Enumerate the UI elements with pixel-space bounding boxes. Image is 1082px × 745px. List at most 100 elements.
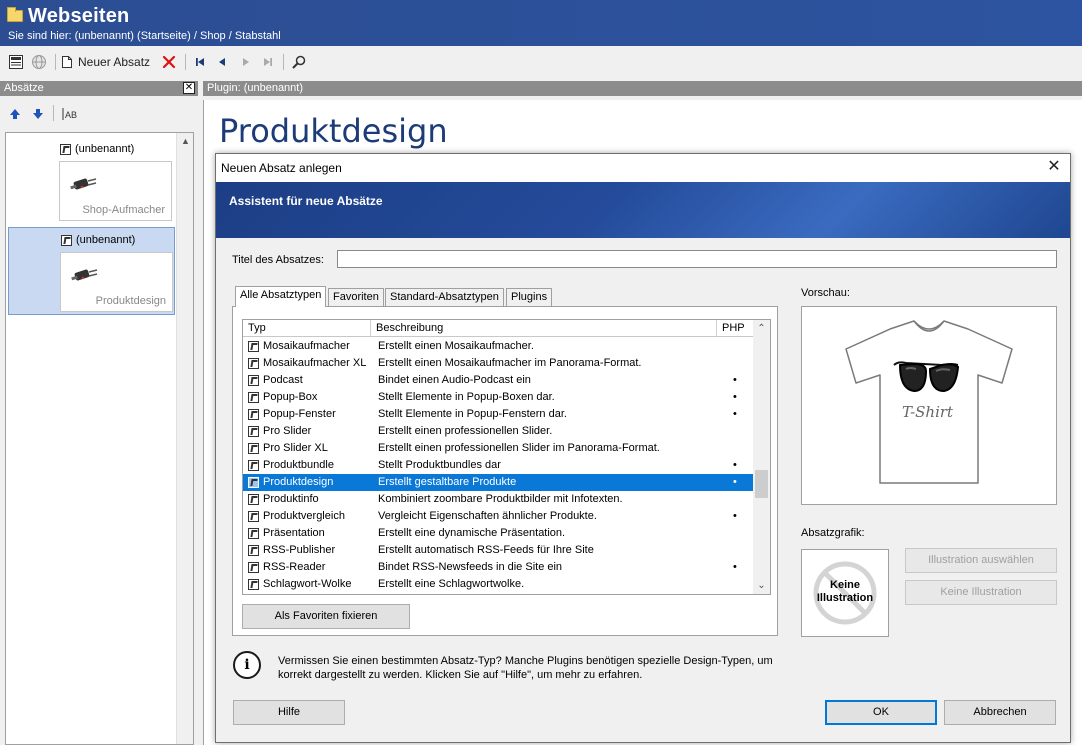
list-scrollbar[interactable]: ⌃ ⌄ <box>753 320 770 594</box>
list-item-type: Mosaikaufmacher XL <box>248 355 366 372</box>
no-illustration-button-label: Keine Illustration <box>940 586 1022 598</box>
list-item-php: • <box>733 374 737 386</box>
list-item-type-label: Podcast <box>263 374 303 386</box>
list-item[interactable]: Popup-Fenster Stellt Elemente in Popup-Fe… <box>243 406 754 423</box>
paragraph-type-icon <box>248 511 259 522</box>
list-item[interactable]: Mosaikaufmacher Erstellt einen Mosaikaufm… <box>243 338 754 355</box>
paragraph-type-icon <box>248 341 259 352</box>
delete-icon[interactable] <box>160 52 178 72</box>
info-text: Vermissen Sie einen bestimmten Absatz-Ty… <box>278 654 838 682</box>
paragraph-type-icon <box>248 545 259 556</box>
tab-standard-types[interactable]: Standard-Absatztypen <box>385 288 504 306</box>
list-item-type: Podcast <box>248 372 303 389</box>
list-item-type-label: Präsentation <box>263 527 325 539</box>
page-view-icon[interactable] <box>6 52 26 72</box>
move-down-icon[interactable] <box>30 104 46 124</box>
plugin-icon <box>71 269 98 281</box>
list-item-type: Popup-Box <box>248 389 317 406</box>
column-header-php[interactable]: PHP <box>717 320 754 337</box>
paragraph-type-icon <box>248 358 259 369</box>
paragraph-type-list[interactable]: Typ Beschreibung PHP Mosaikaufmacher Erst… <box>242 319 771 595</box>
list-item-description: Erstellt einen Mosaikaufmacher. <box>378 340 534 352</box>
last-record-icon[interactable] <box>260 52 276 72</box>
list-item-type-label: RSS-Publisher <box>263 544 336 556</box>
next-record-icon[interactable] <box>238 52 254 72</box>
list-item[interactable]: Produktinfo Kombiniert zoombare Produktbi… <box>243 491 754 508</box>
info-text-line-1: Vermissen Sie einen bestimmten Absatz-Ty… <box>278 655 773 667</box>
list-item-description: Erstellt automatisch RSS-Feeds für Ihre … <box>378 544 594 556</box>
rename-icon[interactable]: AB <box>60 104 80 124</box>
list-item[interactable]: Pro Slider Erstellt einen professionellen… <box>243 423 754 440</box>
select-illustration-button[interactable]: Illustration auswählen <box>905 548 1057 573</box>
paragraph-thumbnail: Produktdesign <box>60 252 173 312</box>
list-item[interactable]: Präsentation Erstellt eine dynamische Prä… <box>243 525 754 542</box>
list-item-type-label: RSS-Reader <box>263 561 326 573</box>
list-item-description: Erstellt eine Schlagwortwolke. <box>378 578 525 590</box>
column-header-type[interactable]: Typ <box>243 320 371 337</box>
no-illustration-button[interactable]: Keine Illustration <box>905 580 1057 605</box>
list-item-php: • <box>733 510 737 522</box>
select-illustration-button-label: Illustration auswählen <box>928 554 1034 566</box>
tab-plugins[interactable]: Plugins <box>506 288 553 306</box>
toolbar-separator <box>55 54 56 70</box>
previous-record-icon[interactable] <box>214 52 230 72</box>
paragraph-icon <box>60 143 71 155</box>
scroll-up-icon[interactable]: ▲ <box>177 133 194 150</box>
list-item-type-label: Produktvergleich <box>263 510 345 522</box>
paragraph-item[interactable]: (unbenannt) Shop-Aufmacher <box>8 137 175 225</box>
right-panel-title: Plugin: (unbenannt) <box>207 82 304 94</box>
move-up-icon[interactable] <box>7 104 23 124</box>
dialog-title: Neuen Absatz anlegen <box>216 154 1070 182</box>
no-illustration-line-1: Keine <box>830 579 860 591</box>
scroll-up-icon[interactable]: ⌃ <box>753 320 770 337</box>
tab-favorites[interactable]: Favoriten <box>328 288 384 306</box>
folder-icon <box>7 7 23 22</box>
list-item-php: • <box>733 476 737 488</box>
close-icon[interactable]: ✕ <box>1046 159 1062 175</box>
right-panel-header: Plugin: (unbenannt) <box>203 81 1082 96</box>
thumbnail-caption: Shop-Aufmacher <box>82 204 165 216</box>
paragraph-type-icon <box>248 460 259 471</box>
list-item-type-label: Pro Slider XL <box>263 442 328 454</box>
help-button-label: Hilfe <box>277 706 300 718</box>
tab-all-types[interactable]: Alle Absatztypen <box>235 286 327 307</box>
list-item-type: Produktvergleich <box>248 508 345 525</box>
search-icon[interactable] <box>289 52 309 72</box>
paragraph-list-scrollbar[interactable]: ▲ <box>176 133 193 744</box>
title-field[interactable] <box>337 250 1057 268</box>
paragraph-list: (unbenannt) Shop-Aufmacher (unbenannt) P… <box>5 132 194 745</box>
list-item[interactable]: Popup-Box Stellt Elemente in Popup-Boxen … <box>243 389 754 406</box>
list-item[interactable]: Mosaikaufmacher XL Erstellt einen Mosaika… <box>243 355 754 372</box>
scroll-down-icon[interactable]: ⌄ <box>753 577 770 594</box>
list-item[interactable]: Produktvergleich Vergleicht Eigenschaften… <box>243 508 754 525</box>
globe-icon[interactable] <box>29 52 49 72</box>
list-item-php: • <box>733 561 737 573</box>
paragraph-type-icon <box>248 528 259 539</box>
paragraph-item-selected[interactable]: (unbenannt) Produktdesign <box>8 227 175 315</box>
list-item-selected[interactable]: Produktdesign Erstellt gestaltbare Produk… <box>243 474 754 491</box>
list-item-type: RSS-Reader <box>248 559 325 576</box>
list-item[interactable]: Schlagwort-Wolke Erstellt eine Schlagwort… <box>243 576 754 593</box>
column-header-description[interactable]: Beschreibung <box>371 320 717 337</box>
close-panel-button[interactable]: ✕ <box>183 82 195 94</box>
list-item[interactable]: Podcast Bindet einen Audio-Podcast ein • <box>243 372 754 389</box>
first-record-icon[interactable] <box>192 52 208 72</box>
toolbar-separator <box>283 54 284 70</box>
paragraph-type-icon <box>248 426 259 437</box>
add-favorite-button[interactable]: Als Favoriten fixieren <box>242 604 410 629</box>
preview-caption: T-Shirt <box>902 403 954 421</box>
plugin-icon <box>70 178 97 190</box>
paragraph-icon <box>61 234 72 246</box>
list-item-description: Stellt Elemente in Popup-Boxen dar. <box>378 391 555 403</box>
ok-button[interactable]: OK <box>825 700 937 725</box>
list-item[interactable]: Pro Slider XL Erstellt einen professionel… <box>243 440 754 457</box>
scroll-thumb[interactable] <box>755 470 768 498</box>
list-item[interactable]: Produktbundle Stellt Produktbundles dar • <box>243 457 754 474</box>
new-paragraph-button[interactable]: Neuer Absatz <box>61 52 156 72</box>
list-item[interactable]: RSS-Publisher Erstellt automatisch RSS-Fe… <box>243 542 754 559</box>
list-item-type-label: Produktbundle <box>263 459 334 471</box>
cancel-button[interactable]: Abbrechen <box>944 700 1056 725</box>
help-button[interactable]: Hilfe <box>233 700 345 725</box>
list-item[interactable]: RSS-Reader Bindet RSS-Newsfeeds in die Si… <box>243 559 754 576</box>
list-item-php: • <box>733 408 737 420</box>
